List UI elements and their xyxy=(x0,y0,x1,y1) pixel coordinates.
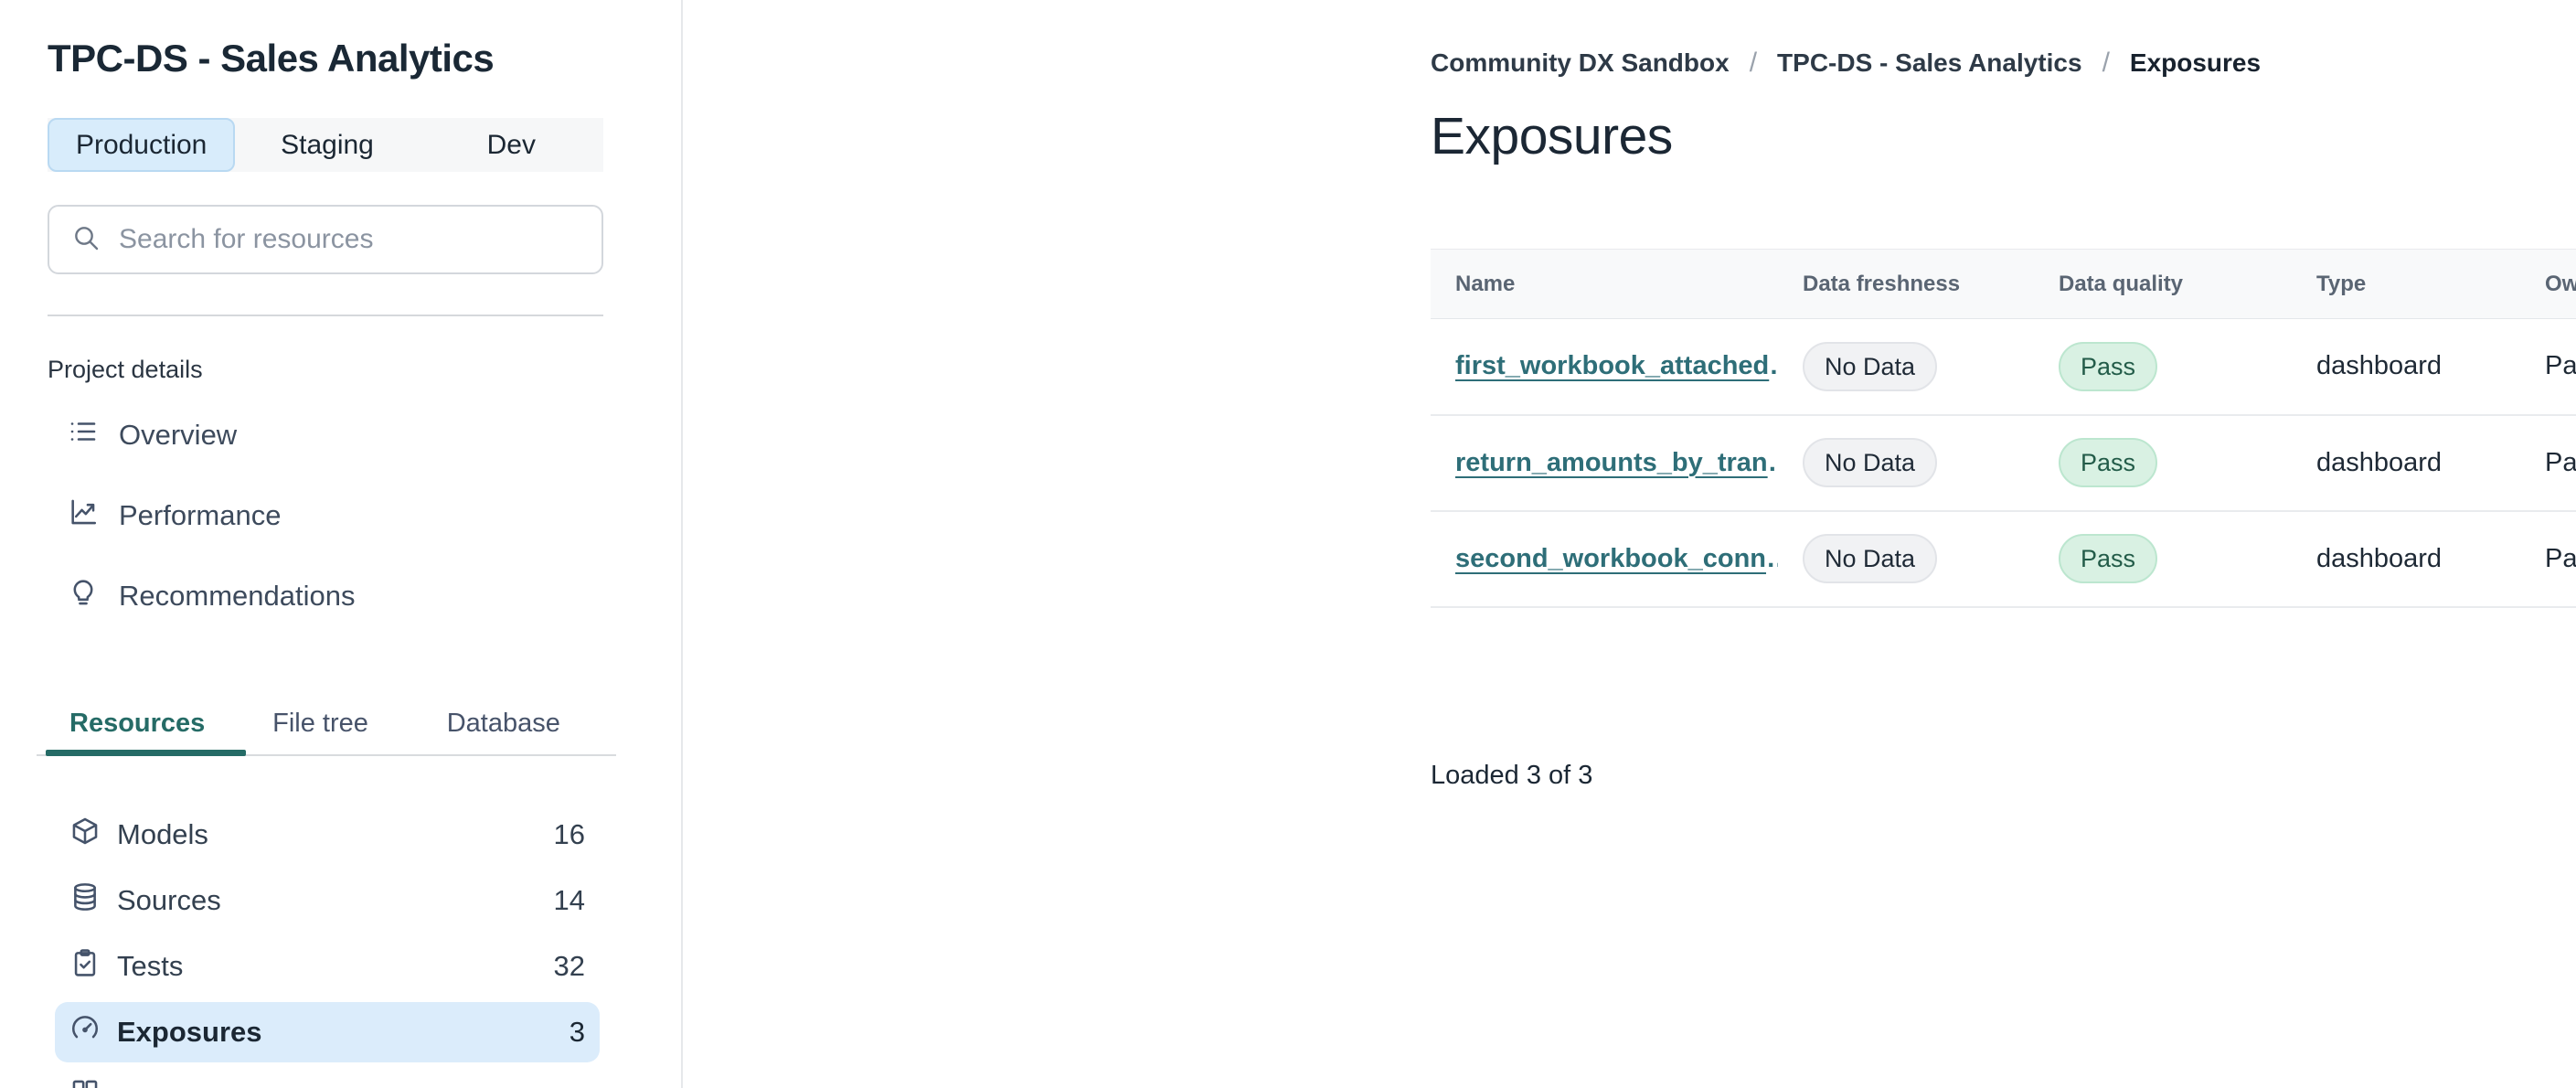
owner-cell: Partner Engineering xyxy=(2520,510,2576,608)
table-row: first_workbook_attached… No Data Pass da… xyxy=(1431,318,2576,416)
column-header-type: Type xyxy=(2292,249,2520,319)
lightbulb-icon xyxy=(68,577,99,615)
owner-cell: Partner Engineering xyxy=(2520,414,2576,512)
sidebar-item-models[interactable]: Models 16 xyxy=(55,805,600,865)
tab-resources[interactable]: Resources xyxy=(46,699,229,748)
active-tab-underline xyxy=(46,750,246,756)
project-details-heading: Project details xyxy=(48,356,203,383)
page-title: Exposures xyxy=(1431,107,1673,165)
owner-cell: Partner Engineering xyxy=(2520,318,2576,416)
sidebar-item-label: Sources xyxy=(117,884,221,916)
explorer-tabs: Resources File tree Database xyxy=(46,699,595,748)
sidebar-item-label: Tests xyxy=(117,950,184,982)
breadcrumb-current: Exposures xyxy=(2129,48,2262,77)
exposure-name-link[interactable]: second_workbook_conn xyxy=(1455,544,1766,573)
exposure-name-link[interactable]: first_workbook_attached xyxy=(1455,351,1769,380)
env-tab-production[interactable]: Production xyxy=(48,118,236,172)
sidebar-item-performance[interactable]: Performance xyxy=(48,489,603,541)
env-tab-dev[interactable]: Dev xyxy=(420,118,603,172)
resource-count: 16 xyxy=(553,818,585,850)
search-icon xyxy=(71,223,101,257)
env-tab-staging[interactable]: Staging xyxy=(235,118,419,172)
database-icon xyxy=(69,881,101,920)
quality-badge: Pass xyxy=(2059,437,2158,488)
sidebar-item-label: Exposures xyxy=(117,1016,262,1048)
sidebar-item-label: Performance xyxy=(119,498,282,531)
breadcrumb-project[interactable]: TPC-DS - Sales Analytics xyxy=(1777,48,2082,78)
table-row: return_amounts_by_tran… No Data Pass das… xyxy=(1431,414,2576,512)
loaded-status: Loaded 3 of 3 xyxy=(1431,761,1593,790)
truncation-ellipsis: … xyxy=(1769,351,1778,380)
sidebar-item-partial[interactable] xyxy=(55,1068,600,1088)
truncation-ellipsis: … xyxy=(1768,448,1778,477)
sidebar-item-recommendations[interactable]: Recommendations xyxy=(48,570,603,622)
freshness-badge: No Data xyxy=(1803,533,1938,584)
tab-database[interactable]: Database xyxy=(412,699,595,748)
cube-icon xyxy=(69,816,101,854)
quality-badge: Pass xyxy=(2059,341,2158,391)
main-content: Community DX Sandbox / TPC-DS - Sales An… xyxy=(683,0,2576,1088)
type-cell: dashboard xyxy=(2292,318,2520,416)
list-icon xyxy=(68,416,99,454)
freshness-badge: No Data xyxy=(1803,341,1938,391)
chart-line-icon xyxy=(68,496,99,535)
sidebar-item-overview[interactable]: Overview xyxy=(48,409,603,461)
resources-list: Models 16 Sources 14 Tests 32 Exposures … xyxy=(55,805,600,1088)
column-header-name: Name xyxy=(1431,249,1778,319)
project-details-nav: Overview Performance Recommendations xyxy=(48,409,603,650)
exposure-name-link[interactable]: return_amounts_by_tran xyxy=(1455,448,1768,477)
clipboard-check-icon xyxy=(69,947,101,986)
resource-search xyxy=(48,205,603,274)
breadcrumb: Community DX Sandbox / TPC-DS - Sales An… xyxy=(1431,48,2261,79)
column-header-freshness: Data freshness xyxy=(1778,249,2034,319)
sidebar-item-label: Models xyxy=(117,818,208,850)
column-header-owner: Owner xyxy=(2520,249,2576,319)
sidebar-divider xyxy=(48,315,603,316)
project-title: TPC-DS - Sales Analytics xyxy=(48,37,495,80)
sidebar-item-exposures[interactable]: Exposures 3 xyxy=(55,1002,600,1062)
table-row: second_workbook_conn… No Data Pass dashb… xyxy=(1431,510,2576,608)
resource-count: 3 xyxy=(569,1016,585,1048)
sidebar-item-sources[interactable]: Sources 14 xyxy=(55,870,600,931)
tab-file-tree[interactable]: File tree xyxy=(229,699,411,748)
explorer-screen: TPC-DS - Sales Analytics Production Stag… xyxy=(0,0,2576,1088)
freshness-badge: No Data xyxy=(1803,437,1938,488)
resource-count: 14 xyxy=(553,884,585,916)
exposures-table: Name Data freshness Data quality Type Ow… xyxy=(1431,249,2576,608)
grid-icon xyxy=(69,1077,101,1088)
search-input[interactable] xyxy=(119,224,580,255)
sidebar-item-label: Overview xyxy=(119,418,238,451)
truncation-ellipsis: … xyxy=(1766,544,1778,573)
resource-count: 32 xyxy=(553,950,585,982)
environment-tabs: Production Staging Dev xyxy=(48,118,603,172)
quality-badge: Pass xyxy=(2059,533,2158,584)
breadcrumb-account[interactable]: Community DX Sandbox xyxy=(1431,48,1730,78)
column-header-quality: Data quality xyxy=(2034,249,2292,319)
breadcrumb-separator: / xyxy=(1749,48,1758,78)
sidebar-item-label: Recommendations xyxy=(119,579,356,612)
table-header-row: Name Data freshness Data quality Type Ow… xyxy=(1431,249,2576,319)
breadcrumb-separator: / xyxy=(2102,48,2110,78)
gauge-icon xyxy=(69,1013,101,1051)
type-cell: dashboard xyxy=(2292,510,2520,608)
sidebar-item-tests[interactable]: Tests 32 xyxy=(55,936,600,997)
sidebar: TPC-DS - Sales Analytics Production Stag… xyxy=(0,0,682,1088)
type-cell: dashboard xyxy=(2292,414,2520,512)
